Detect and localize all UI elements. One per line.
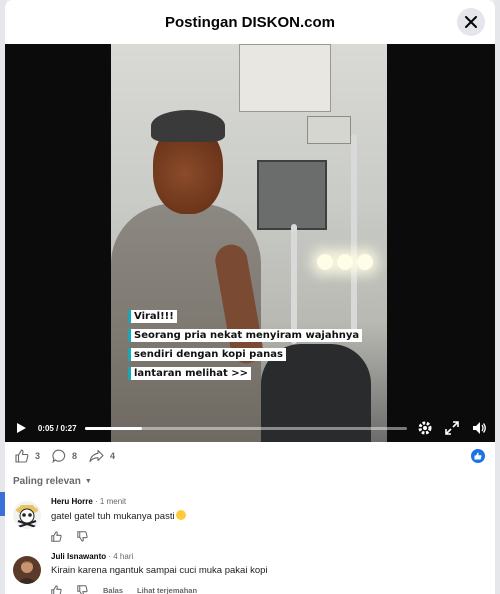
video-controls: 0:05 / 0:27 [5,414,495,442]
video-background [357,254,373,270]
modal-header: Postingan DISKON.com [5,0,495,44]
thumbs-down-icon [77,584,88,594]
share-button[interactable]: 4 [89,449,115,463]
comment-icon [52,449,66,463]
caption-line: lantaran melihat >> [128,363,362,381]
settings-button[interactable] [417,419,434,437]
video-player[interactable]: Viral!!! Seorang pria nekat menyiram waj… [5,44,495,442]
close-button[interactable] [457,8,485,36]
comment-header: Juli Isnawanto · 4 hari [51,552,487,561]
comment-text: Kirain karena ngantuk sampai cuci muka p… [51,565,268,576]
video-time: 0:05 / 0:27 [37,423,77,433]
comment-actions: Balas Lihat terjemahan [51,584,487,594]
like-button[interactable]: 3 [15,449,40,463]
gear-icon [418,421,432,435]
comment-sort-dropdown[interactable]: Paling relevan ▼ [5,470,495,487]
like-reaction-badge[interactable] [471,449,485,463]
thumbs-up-icon [474,452,482,460]
video-background [317,254,333,270]
video-background [337,254,353,270]
play-icon [17,423,27,433]
comment-header: Heru Horre · 1 menit [51,497,487,506]
video-background [239,44,331,112]
volume-icon [472,422,486,434]
comment-text-body: gatel gatel tuh mukanya pasti [51,511,175,522]
video-subject [151,110,225,142]
video-background [307,116,351,144]
grin-emoji-icon [175,510,186,520]
fullscreen-button[interactable] [443,419,460,437]
share-icon [89,449,104,463]
thumbs-up-icon [51,584,62,594]
reactions-bar: 3 8 4 [5,442,495,470]
comment-author[interactable]: Juli Isnawanto [51,552,106,561]
video-caption: Viral!!! Seorang pria nekat menyiram waj… [128,306,363,382]
caption-line: sendiri dengan kopi panas [128,344,362,362]
comment-button[interactable]: 8 [52,449,77,463]
user-avatar-icon [13,556,41,584]
comment-item: Heru Horre · 1 menit gatel gatel tuh muk… [5,487,495,542]
sort-label: Paling relevan [13,476,81,487]
post-modal: Postingan DISKON.com Viral!!! Seorang pr… [5,0,495,594]
thumbs-up-icon [15,449,29,463]
comment-count: 8 [72,451,78,461]
comment-text: gatel gatel tuh mukanya pasti [51,510,487,522]
see-translation-link[interactable]: Lihat terjemahan [137,586,197,594]
video-background [351,134,357,334]
modal-title: Postingan DISKON.com [164,13,336,31]
comment-like-button[interactable] [51,530,63,542]
comment-author[interactable]: Heru Horre [51,497,93,506]
comment-item: Juli Isnawanto · 4 hari Kirain karena ng… [5,542,495,594]
caption-line: Seorang pria nekat menyiram wajahnya [128,325,363,343]
comment-actions [51,530,487,542]
play-button[interactable] [13,419,30,437]
reply-link[interactable]: Balas [103,586,123,594]
comment-like-button[interactable] [51,584,63,594]
comment-time[interactable]: 1 menit [100,497,126,506]
fullscreen-icon [444,421,459,435]
caption-line: Viral!!! [128,306,362,324]
share-count: 4 [110,451,116,461]
video-background [257,160,327,230]
close-icon [465,16,477,28]
video-progress-fill [84,426,143,430]
comment-dislike-button[interactable] [77,584,89,594]
skull-avatar-icon [13,501,41,529]
avatar[interactable] [13,556,41,584]
avatar[interactable] [13,501,41,529]
like-count: 3 [35,451,41,461]
thumbs-up-icon [51,530,62,542]
video-progress-bar[interactable] [84,426,407,430]
chevron-down-icon: ▼ [84,478,92,485]
volume-button[interactable] [470,419,487,437]
comment-time[interactable]: 4 hari [113,552,133,561]
thumbs-down-icon [77,530,88,542]
comment-dislike-button[interactable] [77,530,89,542]
video-frame [111,44,387,442]
